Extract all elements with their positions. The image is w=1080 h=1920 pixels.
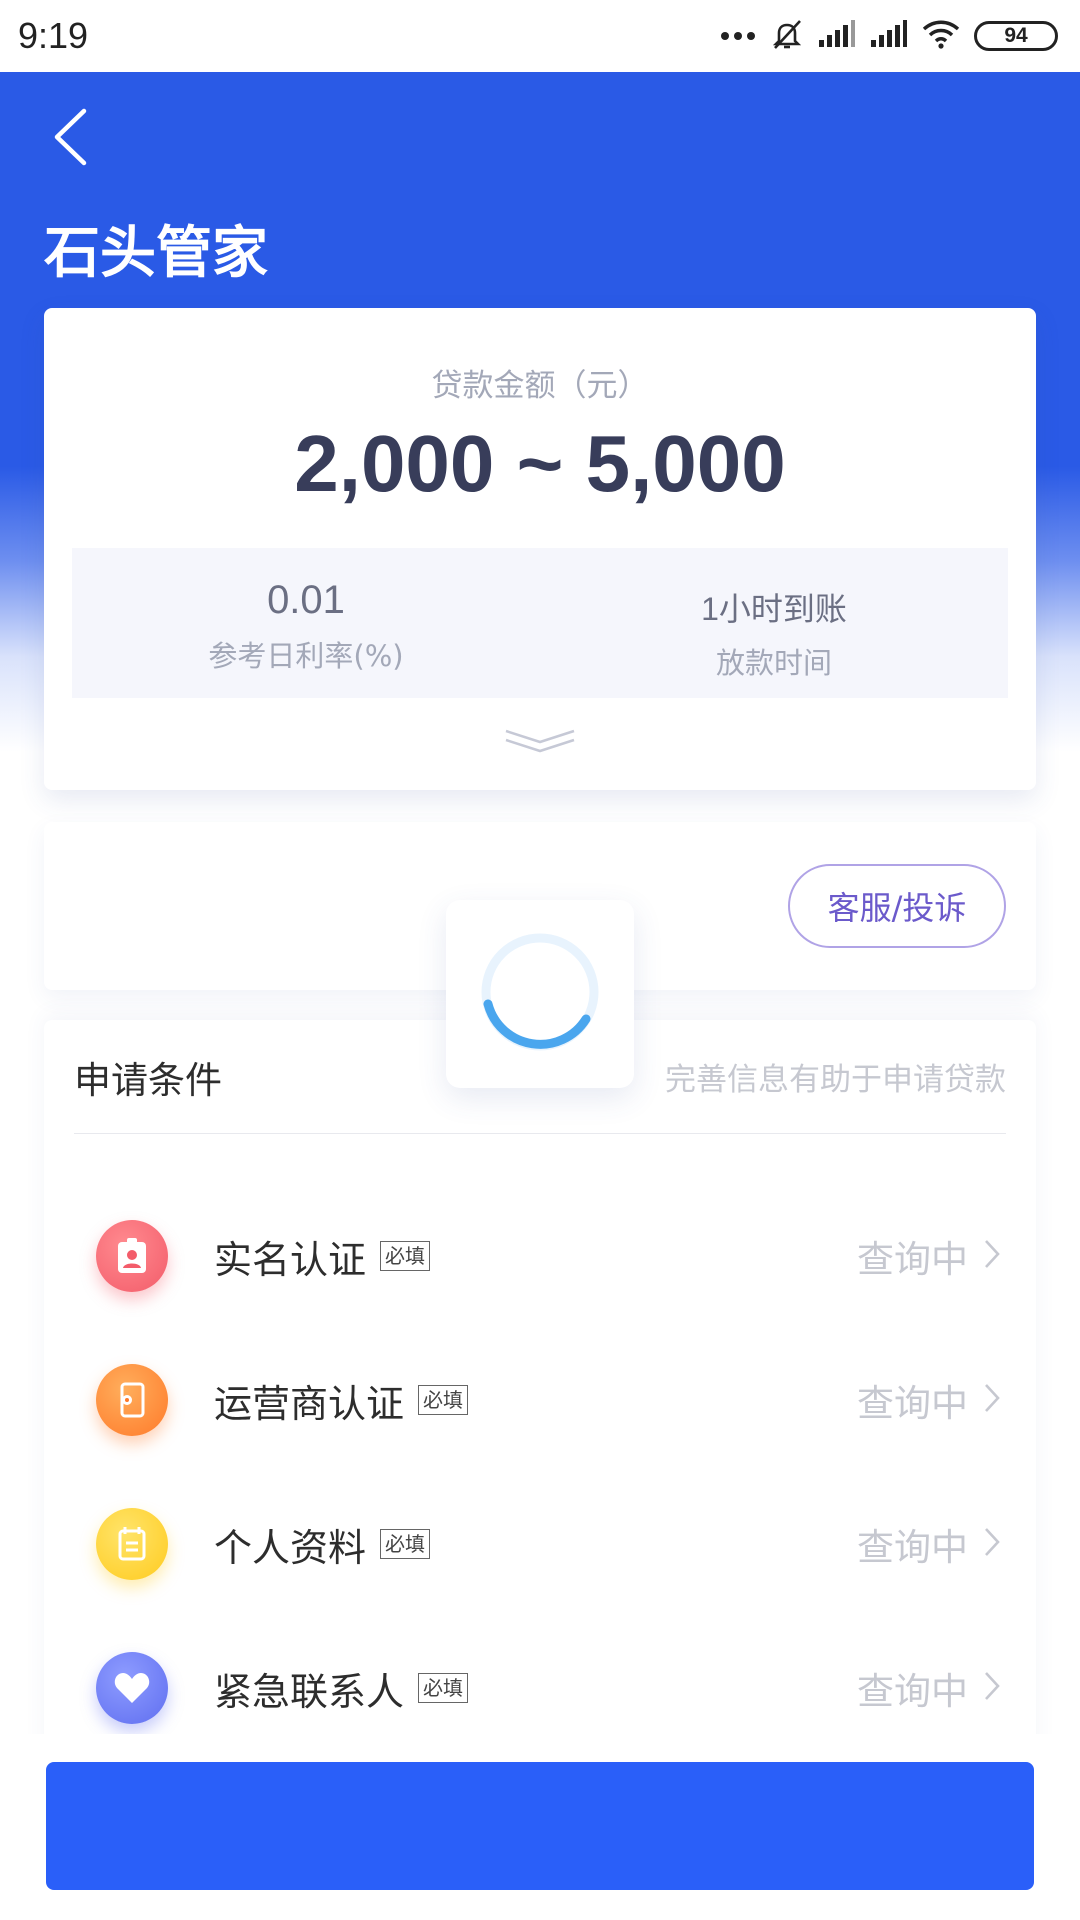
loan-amount-label: 贷款金额（元） (431, 368, 649, 404)
condition-name: 实名认证 (214, 1237, 367, 1282)
loan-amount-value: 2,000 ~ 5,000 (294, 419, 786, 508)
condition-status-text: 查询中 (857, 1238, 968, 1281)
loan-card: 贷款金额（元） 2,000 ~ 5,000 0.01 参考日利率(%) 1小时到… (44, 308, 1036, 790)
required-tag: 必填 (380, 1529, 431, 1559)
alarm-off-icon (770, 17, 804, 55)
condition-label: 实名认证 必填 (214, 1229, 431, 1284)
condition-name: 运营商认证 (214, 1381, 405, 1426)
condition-status: 查询中 (857, 1661, 1000, 1715)
condition-label: 运营商认证 必填 (214, 1373, 469, 1428)
signal-icon (870, 20, 908, 52)
condition-status: 查询中 (857, 1517, 1000, 1571)
stat-label: 参考日利率(%) (208, 639, 404, 673)
condition-status: 查询中 (857, 1229, 1000, 1283)
double-chevron-down-icon[interactable] (502, 726, 578, 760)
heart-icon (96, 1652, 168, 1724)
condition-status-text: 查询中 (857, 1382, 968, 1425)
stat-label: 放款时间 (715, 646, 832, 680)
chevron-left-icon (52, 108, 88, 170)
page-title: 石头管家 (44, 221, 268, 286)
apply-button[interactable] (46, 1762, 1034, 1890)
required-tag: 必填 (418, 1673, 469, 1703)
condition-label: 紧急联系人 必填 (214, 1661, 469, 1716)
condition-row-carrier[interactable]: 运营商认证 必填 查询中 (44, 1328, 1036, 1472)
condition-status-text: 查询中 (857, 1526, 968, 1569)
stat-value: 0.01 (267, 578, 345, 622)
condition-status: 查询中 (857, 1373, 1000, 1427)
battery-icon: 94 (974, 21, 1058, 51)
loan-stats: 0.01 参考日利率(%) 1小时到账 放款时间 (72, 548, 1008, 698)
required-tag: 必填 (418, 1385, 469, 1415)
conditions-hint: 完善信息有助于申请贷款 (665, 1062, 1006, 1098)
wifi-icon (922, 19, 960, 53)
chevron-right-icon (984, 1523, 1000, 1566)
required-tag: 必填 (380, 1241, 431, 1271)
condition-row-profile[interactable]: 个人资料 必填 查询中 (44, 1472, 1036, 1616)
chevron-right-icon (984, 1667, 1000, 1710)
stat-daily-rate: 0.01 参考日利率(%) (72, 548, 540, 698)
chevron-right-icon (984, 1379, 1000, 1422)
loading-overlay (446, 900, 634, 1088)
more-dots-icon (720, 27, 756, 46)
back-button[interactable] (40, 104, 100, 174)
status-time: 9:19 (18, 15, 89, 56)
condition-row-realname[interactable]: 实名认证 必填 查询中 (44, 1184, 1036, 1328)
stat-value: 1小时到账 (701, 591, 847, 627)
condition-name: 个人资料 (214, 1525, 367, 1570)
loading-spinner-icon (478, 930, 602, 1058)
id-card-icon (96, 1220, 168, 1292)
phone-settings-icon (96, 1364, 168, 1436)
bottom-bar (0, 1734, 1080, 1920)
condition-status-text: 查询中 (857, 1670, 968, 1713)
customer-service-button[interactable]: 客服/投诉 (788, 864, 1006, 948)
conditions-title: 申请条件 (74, 1058, 222, 1102)
status-bar: 9:19 94 (0, 0, 1080, 72)
chevron-right-icon (984, 1235, 1000, 1278)
document-icon (96, 1508, 168, 1580)
condition-label: 个人资料 必填 (214, 1517, 431, 1572)
status-icons: 94 (720, 17, 1058, 55)
condition-name: 紧急联系人 (214, 1669, 405, 1714)
signal-icon (818, 20, 856, 52)
stat-disbursement-time: 1小时到账 放款时间 (540, 548, 1008, 698)
